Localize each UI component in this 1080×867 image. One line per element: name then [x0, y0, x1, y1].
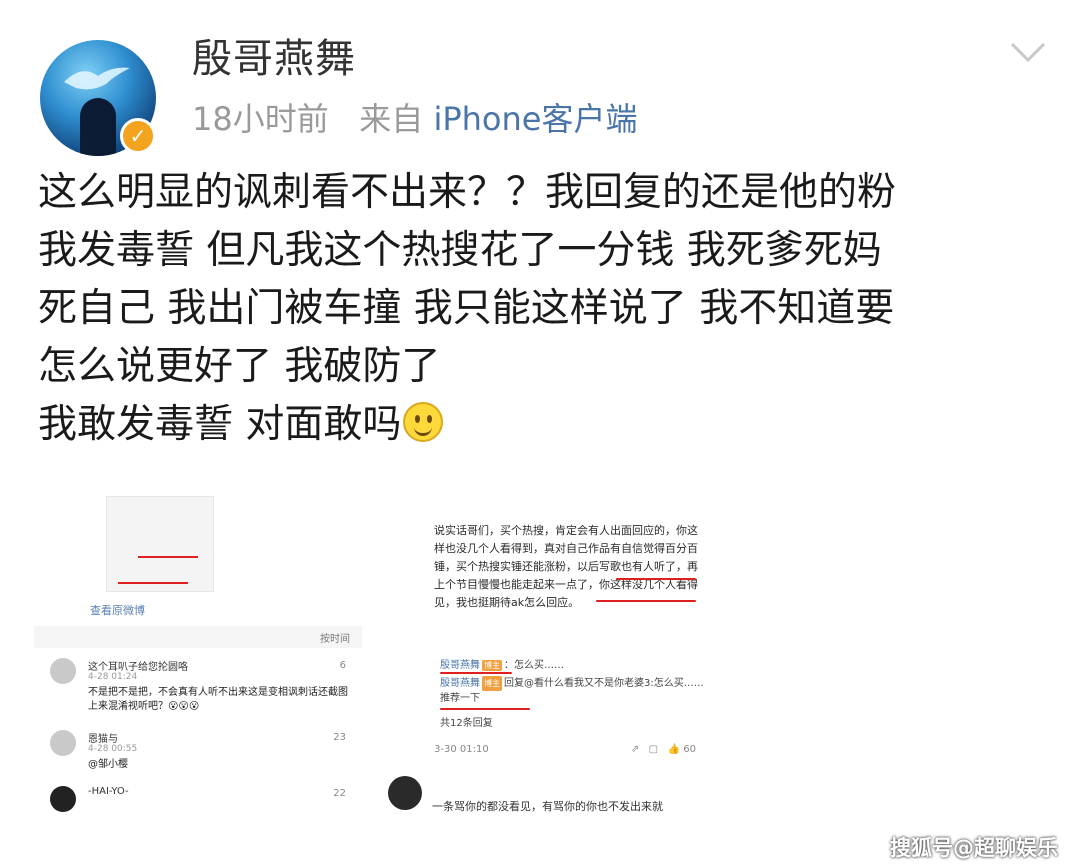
like-count: 22: [333, 788, 346, 799]
red-underline: [138, 556, 198, 558]
post-header: ✓ 殷哥燕舞 18小时前 来自 iPhone客户端: [40, 18, 1060, 156]
post-body: 这么明显的讽刺看不出来？？我回复的还是他的粉 我发毒誓 但凡我这个热搜花了一分钱…: [38, 164, 1048, 454]
comment-author: 恩猫与: [88, 734, 118, 745]
post-line: 死自己 我出门被车撞 我只能这样说了 我不知道要: [38, 286, 895, 331]
author-tag: 博主: [482, 676, 502, 691]
comment-author: 这个耳叭子给您抡圆咯: [88, 662, 188, 673]
author-tag: 博主: [482, 660, 502, 671]
comment-item: 这个耳叭子给您抡圆咯 4-28 01:24 不是把不是把，不会真有人听不出来这是…: [34, 656, 362, 726]
action-icons: ⇗ ▢ 👍 60: [630, 744, 696, 755]
screenshot-comment-text: 一条骂你的都没看见，有骂你的你也不发出来就: [432, 800, 663, 813]
comment-time: 3-30 01:10: [434, 744, 489, 755]
like-count: 23: [333, 732, 346, 743]
username[interactable]: 殷哥燕舞: [192, 26, 356, 84]
reply-item: 殷哥燕舞 博主 ：怎么买……: [440, 656, 710, 671]
comment-text: @邹小樱: [88, 759, 128, 770]
comment-time: 4-28 00:55: [88, 744, 138, 754]
post-line: 怎么说更好了 我破防了: [38, 344, 441, 389]
like-count: 60: [683, 744, 696, 755]
sort-bar: 按时间: [34, 626, 362, 648]
smile-emoji-icon: [403, 402, 444, 442]
post-line: 这么明显的讽刺看不出来？？我回复的还是他的粉: [38, 170, 897, 215]
post-line-text: 我敢发毒誓 对面敢吗: [38, 402, 402, 447]
view-original-link[interactable]: 查看原微博: [90, 602, 145, 618]
more-replies[interactable]: 共12条回复: [440, 714, 710, 729]
reply-text: ：怎么买……: [504, 660, 564, 671]
avatar: [388, 776, 422, 810]
mini-screenshot: [106, 496, 214, 592]
screenshot-comment-text: 说实话哥们，买个热搜，肯定会有人出面回应的，你这样也没几个人看得到，真对自己作品…: [434, 524, 698, 609]
post-line: 我发毒誓 但凡我这个热搜花了一分钱 我死爹死妈: [38, 228, 882, 273]
avatar-figure: [80, 98, 116, 156]
post-meta: 18小时前 来自 iPhone客户端: [192, 94, 637, 140]
comment-text: 不是把不是把，不会真有人听不出来这是变相讽刺话还截图上来混淆视听吧？😮😮😮: [88, 687, 348, 712]
comment-item: 恩猫与 4-28 00:55 @邹小樱 23: [34, 728, 362, 776]
red-underline: [118, 582, 188, 584]
chevron-down-icon[interactable]: [1008, 32, 1048, 72]
like-count: 6: [339, 660, 346, 671]
reply-item: 殷哥燕舞 博主 回复@看什么看我又不是你老婆3:怎么买……推荐一下: [440, 676, 710, 706]
image-thumbnail-2[interactable]: 按时间 这个耳叭子给您抡圆咯 4-28 01:24 不是把不是把，不会真有人听不…: [34, 626, 362, 822]
comment-time: 4-28 01:24: [88, 672, 138, 682]
verified-badge-icon: ✓: [120, 118, 156, 154]
post-source[interactable]: iPhone客户端: [433, 100, 637, 138]
post-line-last: 我敢发毒誓 对面敢吗: [38, 396, 1048, 454]
watermark: 搜狐号@超聊娱乐: [890, 836, 1058, 860]
reply-author: 殷哥燕舞: [440, 660, 480, 671]
avatar: [50, 658, 76, 684]
comment-author: -HAI-YO-: [88, 786, 129, 797]
red-underline: [440, 672, 512, 674]
bird-icon: [64, 67, 130, 90]
reply-author: 殷哥燕舞: [440, 678, 480, 689]
image-thumbnail-1[interactable]: 查看原微博: [78, 486, 220, 622]
post-time: 18小时前: [192, 100, 329, 138]
comment-item: -HAI-YO- 22: [34, 784, 362, 820]
source-prefix: 来自: [359, 100, 424, 138]
sort-by-time[interactable]: 按时间: [320, 630, 350, 645]
red-underline: [440, 708, 530, 710]
image-thumbnail-3[interactable]: 说实话哥们，买个热搜，肯定会有人出面回应的，你这样也没几个人看得到，真对自己作品…: [416, 496, 716, 774]
red-underline: [616, 578, 696, 580]
avatar: [50, 730, 76, 756]
avatar: [50, 786, 76, 812]
red-underline: [596, 600, 696, 602]
comment-footer: 3-30 01:10 ⇗ ▢ 👍 60: [434, 744, 704, 755]
image-thumbnail-4[interactable]: 一条骂你的都没看见，有骂你的你也不发出来就: [384, 770, 716, 822]
